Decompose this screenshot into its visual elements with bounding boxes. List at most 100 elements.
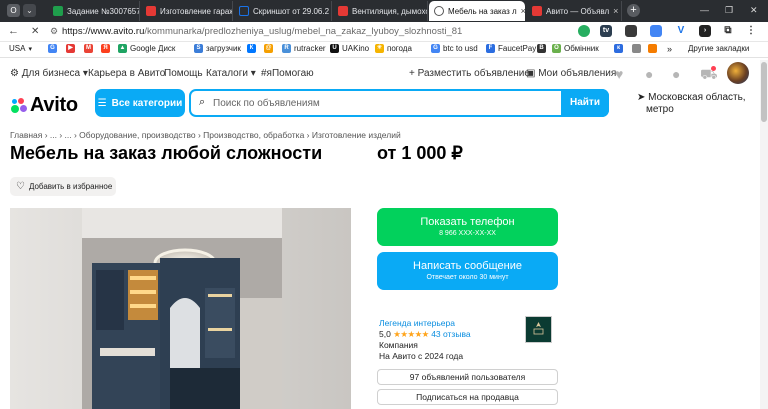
gmail-icon: M <box>84 44 93 53</box>
tab-6[interactable]: Авито — Объявл × <box>527 1 622 21</box>
bookmark-downloader[interactable]: Sзагрузчик <box>194 44 241 53</box>
tab-label: Авито — Объявл <box>546 6 610 16</box>
bookmark-google[interactable]: G <box>48 44 57 53</box>
stop-loading-icon[interactable]: ✕ <box>31 26 39 37</box>
bookmark-google-drive[interactable]: ▲ Google Диск <box>118 44 175 53</box>
bookmark-k[interactable]: к <box>614 44 623 53</box>
write-message-button[interactable]: Написать сообщение Отвечает около 30 мин… <box>377 252 558 290</box>
tab-active[interactable]: Мебель на заказ л × <box>429 1 525 21</box>
all-categories-button[interactable]: ☰ Все категории <box>95 89 185 117</box>
extension-icon[interactable]: › <box>699 25 711 37</box>
tab-1[interactable]: Задание №3007657 × <box>48 1 140 21</box>
business-icon: ⚙ <box>10 68 22 79</box>
bookmark-icon <box>648 44 657 53</box>
cart-badge <box>711 66 716 71</box>
breadcrumb[interactable]: Главная › ... › ... › Оборудование, прои… <box>10 130 401 140</box>
search-button[interactable]: Найти <box>561 89 609 117</box>
career-link[interactable]: Карьера в Авито <box>88 68 165 79</box>
minimize-icon[interactable]: — <box>700 5 709 15</box>
seller-reviews-link[interactable]: 43 отзыва <box>431 329 470 339</box>
site-info-icon[interactable]: ⚙ <box>50 26 58 37</box>
bookmark-b[interactable]: B <box>537 44 546 53</box>
bookmark-label: Другие закладки <box>688 44 750 53</box>
hashtag-link[interactable]: #яПомогаю <box>261 68 314 79</box>
new-tab-button[interactable]: + <box>627 4 640 17</box>
tab-4[interactable]: Вентиляция, дымохо × <box>333 1 428 21</box>
window-close-icon[interactable]: ✕ <box>750 5 758 16</box>
bookmark-youtube[interactable]: ▶ <box>66 44 75 53</box>
bookmark-vk[interactable]: К <box>247 44 256 53</box>
user-ads-button[interactable]: 97 объявлений пользователя <box>377 369 558 385</box>
location-line-1: Московская область, <box>648 92 746 103</box>
extensions-puzzle-icon[interactable]: ⧉ <box>722 25 734 37</box>
bookmark-weather[interactable]: ☀ погода <box>375 44 412 53</box>
search-input[interactable] <box>213 95 553 111</box>
bookmark-faucetpay[interactable]: F FaucetPay <box>486 44 536 53</box>
tab-label: Задание №3007657 <box>67 6 140 16</box>
tab-2[interactable]: Изготовление гараж × <box>141 1 233 21</box>
extension-icon[interactable]: tv <box>600 25 612 37</box>
google-icon: G <box>48 44 57 53</box>
bookmark-label: FaucetPay <box>498 44 537 53</box>
seller-logo[interactable] <box>525 316 552 343</box>
tab-3[interactable]: Скриншот от 29.06.2 × <box>234 1 332 21</box>
bookmark-other-folder[interactable]: Другие закладки <box>688 44 749 53</box>
business-link[interactable]: ⚙ Для бизнеса ▾ <box>10 68 88 79</box>
user-avatar[interactable] <box>727 62 749 84</box>
categories-label: Все категории <box>111 97 183 109</box>
location-selector[interactable]: ➤ Московская область, метро <box>637 92 757 116</box>
my-ads-label: Мои объявления <box>538 68 617 79</box>
show-phone-button[interactable]: Показать телефон 8 966 XXX-XX-XX <box>377 208 558 246</box>
tab-favicon-icon <box>338 6 348 16</box>
bookmark-gmail[interactable]: M <box>84 44 93 53</box>
bookmark-icon <box>632 44 641 53</box>
yandex-icon: Я <box>101 44 110 53</box>
my-ads-link[interactable]: ▣ Мои объявления <box>526 68 616 79</box>
bookmark-extra-2[interactable] <box>648 44 657 53</box>
catalogs-link[interactable]: Каталоги ▾ <box>206 68 256 79</box>
extension-icon[interactable] <box>625 25 637 37</box>
bookmark-label: погода <box>387 44 412 53</box>
messages-icon[interactable]: ● <box>672 66 680 82</box>
extension-icon[interactable]: V <box>675 25 687 37</box>
add-to-favorites-button[interactable]: ♡ Добавить в избранное <box>10 177 116 196</box>
subscribe-seller-button[interactable]: Подписаться на продавца <box>377 389 558 405</box>
bookmark-yandex[interactable]: Я <box>101 44 110 53</box>
opera-menu-icon[interactable]: O <box>7 4 20 17</box>
tab-list-icon[interactable]: ⌄ <box>23 4 36 17</box>
extension-icon[interactable] <box>578 25 590 37</box>
bookmarks-overflow[interactable]: » <box>667 44 672 54</box>
search-box: ⌕ Найти <box>189 89 609 117</box>
avito-logo[interactable]: Avito <box>10 94 78 117</box>
post-ad-link[interactable]: + Разместить объявление <box>409 68 530 79</box>
back-icon[interactable]: ← <box>8 25 19 37</box>
faucetpay-icon: F <box>486 44 495 53</box>
notifications-bell-icon[interactable]: ● <box>645 66 653 82</box>
seller-name-link[interactable]: Легенда интерьера <box>379 318 471 329</box>
bookmark-exchanger[interactable]: О Обмінник <box>552 44 599 53</box>
bookmark-label: btc to usd <box>443 44 478 53</box>
listing-photo[interactable] <box>10 208 351 409</box>
bookmark-btc[interactable]: Gbtc to usd <box>431 44 478 53</box>
mail-icon: @ <box>264 44 273 53</box>
bookmark-rutracker[interactable]: Rrutracker <box>282 44 326 53</box>
avito-logo-icon <box>10 97 27 114</box>
help-link[interactable]: Помощь <box>164 68 203 79</box>
url-field[interactable]: https://www.avito.ru/kommunarka/predlozh… <box>62 26 462 37</box>
bookmark-usa[interactable]: USA ▾ <box>9 44 32 53</box>
listing-title: Мебель на заказ любой сложности <box>10 143 323 163</box>
scrollbar-thumb[interactable] <box>761 62 767 122</box>
tab-close-icon[interactable]: × <box>521 6 525 16</box>
bookmark-mail[interactable]: @ <box>264 44 273 53</box>
favorites-heart-icon[interactable]: ♥ <box>615 66 623 82</box>
tab-close-icon[interactable]: × <box>613 6 618 16</box>
extension-icon[interactable] <box>650 25 662 37</box>
favorites-label: Добавить в избранное <box>28 182 113 191</box>
page-scrollbar[interactable] <box>760 60 768 409</box>
bookmark-uakino[interactable]: U UAKino <box>330 44 369 53</box>
tab-label: Изготовление гараж <box>160 6 233 16</box>
bookmark-extra-1[interactable] <box>632 44 641 53</box>
maximize-icon[interactable]: ❐ <box>725 5 733 16</box>
browser-menu-icon[interactable]: ⋮ <box>745 25 757 37</box>
downloader-icon: S <box>194 44 203 53</box>
